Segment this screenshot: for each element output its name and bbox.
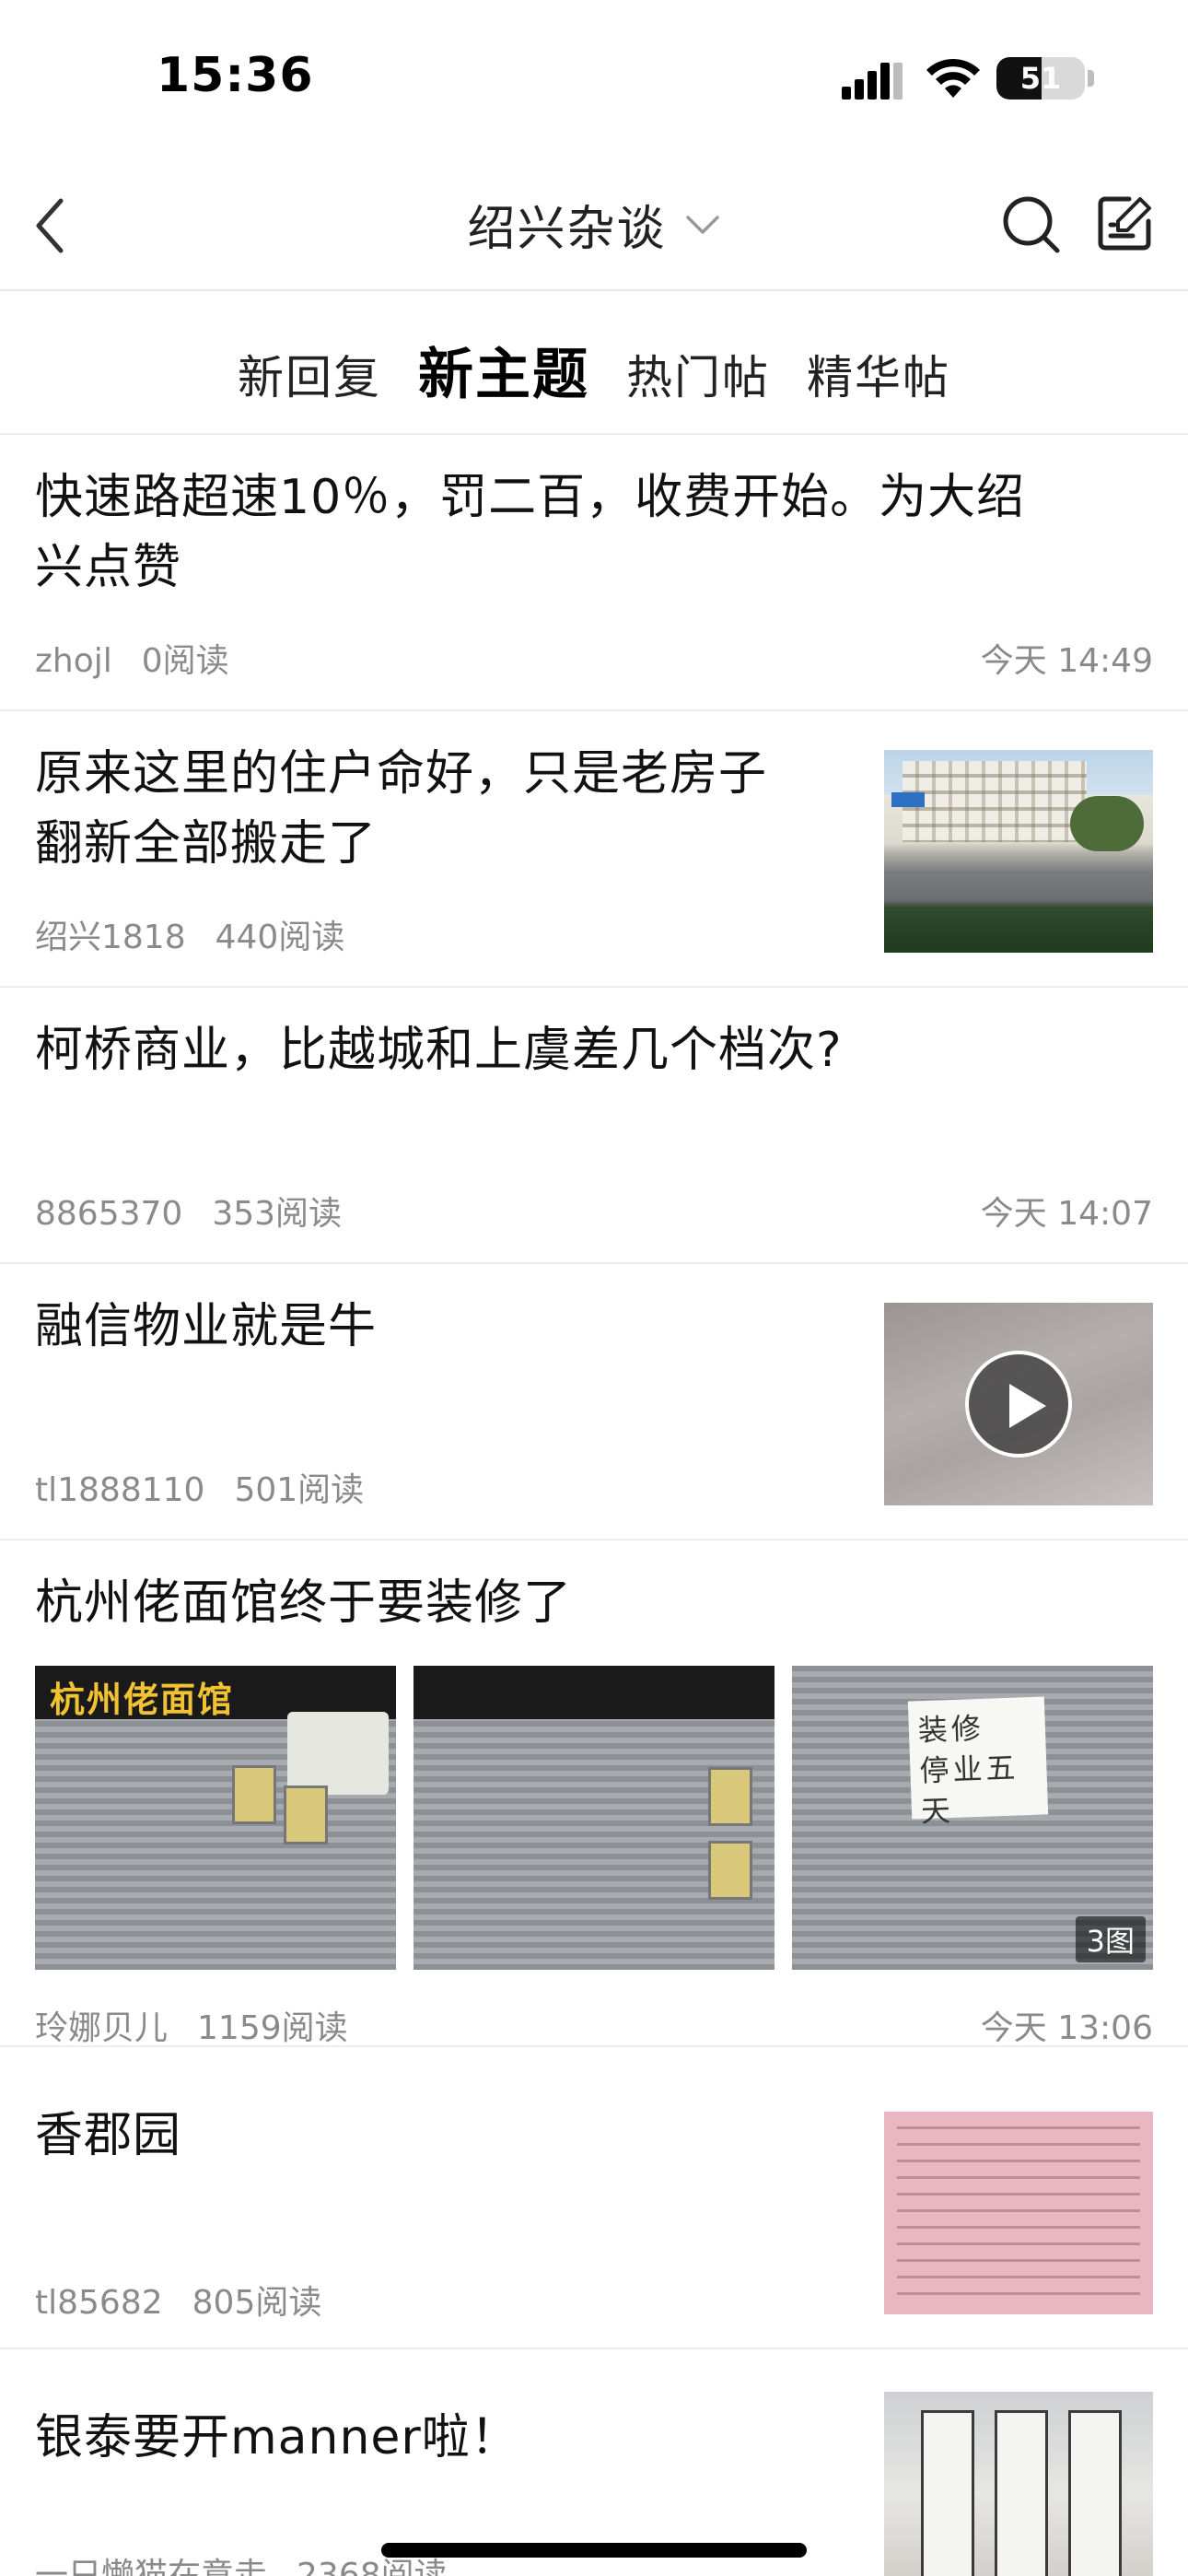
storefront-panel bbox=[921, 2410, 974, 2576]
post-video-thumbnail[interactable] bbox=[884, 1303, 1153, 1505]
tab-new-topics-label: 新主题 bbox=[418, 343, 589, 407]
road-sign bbox=[891, 792, 925, 807]
building-windows bbox=[903, 761, 1087, 842]
tab-new-topics[interactable]: 新主题 bbox=[418, 330, 589, 410]
post-title: 原来这里的住户命好，只是老房子 翻新全部搬走了 bbox=[35, 739, 845, 879]
post-author: 8865370 bbox=[35, 1195, 183, 1233]
tab-featured-posts[interactable]: 精华帖 bbox=[807, 341, 950, 407]
notice-text-line: 停业五天 bbox=[918, 1750, 1020, 1830]
shop-sign bbox=[413, 1666, 775, 1719]
post-thumbnail[interactable] bbox=[884, 2112, 1153, 2314]
post-author: 一只懒猫在意走 bbox=[35, 2557, 268, 2576]
post-author: 绍兴1818 bbox=[35, 919, 186, 956]
post-time: 今天 14:49 bbox=[980, 642, 1153, 680]
post-title-line: 快速路超速10％，罚二百，收费开始。为大绍 bbox=[35, 470, 1026, 525]
gallery-image[interactable]: 装修 停业五天 3图 bbox=[792, 1666, 1153, 1970]
post-meta: 8865370 353阅读 bbox=[35, 1187, 371, 1235]
cellular-signal-icon bbox=[842, 63, 903, 100]
notice-text: 装修 停业五天 bbox=[917, 1705, 1049, 1832]
post-author: tl1888110 bbox=[35, 1471, 205, 1509]
wifi-icon bbox=[926, 58, 980, 98]
post-read-count: 440阅读 bbox=[215, 919, 345, 956]
post-meta: tl85682 805阅读 bbox=[35, 2276, 351, 2324]
battery-icon: 51 bbox=[996, 57, 1085, 100]
status-time: 15:36 bbox=[157, 48, 314, 103]
post-meta: 玲娜贝儿 1159阅读 bbox=[35, 2001, 378, 2049]
post-item[interactable]: 融信物业就是牛 tl1888110 501阅读 bbox=[0, 1264, 1188, 1540]
post-read-count: 1159阅读 bbox=[197, 2009, 348, 2047]
chevron-down-icon bbox=[685, 215, 719, 234]
post-time: 今天 13:06 bbox=[980, 2009, 1153, 2047]
compose-post-icon[interactable] bbox=[1096, 193, 1155, 252]
post-meta: 绍兴1818 440阅读 bbox=[35, 910, 374, 958]
post-item[interactable]: 柯桥商业，比越城和上虞差几个档次? 8865370 353阅读 今天 14:07 bbox=[0, 988, 1188, 1264]
post-time: 今天 14:07 bbox=[980, 1195, 1153, 1233]
tab-hot-posts[interactable]: 热门帖 bbox=[626, 341, 770, 407]
post-thumbnail[interactable] bbox=[884, 2392, 1153, 2576]
post-title: 银泰要开manner啦！ bbox=[35, 2410, 519, 2465]
post-read-count: 805阅读 bbox=[192, 2284, 322, 2322]
image-count-badge: 3图 bbox=[1075, 1916, 1146, 1962]
gallery-image[interactable]: 杭州佬面馆 bbox=[35, 1666, 396, 1970]
post-item[interactable]: 香郡园 tl85682 805阅读 bbox=[0, 2047, 1188, 2349]
air-conditioner-unit bbox=[287, 1712, 389, 1795]
post-title: 融信物业就是牛 bbox=[35, 1299, 378, 1354]
post-thumbnail[interactable] bbox=[884, 750, 1153, 953]
battery-percent: 51 bbox=[1019, 61, 1062, 96]
status-bar: 15:36 51 bbox=[0, 0, 1188, 157]
tree-shape bbox=[1070, 796, 1144, 851]
tab-new-replies[interactable]: 新回复 bbox=[238, 341, 381, 407]
post-filter-tabs: 新回复 新主题 热门帖 精华帖 bbox=[0, 291, 1188, 435]
post-title: 香郡园 bbox=[35, 2108, 182, 2163]
storefront-panel bbox=[995, 2410, 1048, 2576]
post-author: zhojl bbox=[35, 642, 112, 680]
post-meta: tl1888110 501阅读 bbox=[35, 1463, 393, 1511]
electric-meter bbox=[708, 1767, 752, 1826]
post-title: 快速路超速10％，罚二百，收费开始。为大绍 兴点赞 bbox=[35, 463, 1159, 603]
post-meta: zhojl 0阅读 bbox=[35, 634, 259, 682]
electric-meter bbox=[232, 1765, 276, 1824]
navigation-bar: 绍兴杂谈 bbox=[0, 157, 1188, 291]
post-title-line: 原来这里的住户命好，只是老房子 bbox=[35, 746, 768, 802]
post-read-count: 353阅读 bbox=[212, 1195, 343, 1233]
notice-paper: 装修 停业五天 bbox=[907, 1696, 1049, 1829]
storefront-panel bbox=[1068, 2410, 1122, 2576]
document-text-lines bbox=[897, 2126, 1140, 2305]
post-read-count: 2368阅读 bbox=[297, 2557, 448, 2576]
post-read-count: 0阅读 bbox=[141, 642, 229, 680]
electric-meter bbox=[708, 1841, 752, 1900]
post-item[interactable]: 原来这里的住户命好，只是老房子 翻新全部搬走了 绍兴1818 440阅读 bbox=[0, 711, 1188, 988]
battery-cap bbox=[1088, 70, 1094, 87]
home-indicator[interactable] bbox=[381, 2543, 807, 2558]
electric-meter bbox=[284, 1786, 328, 1844]
notice-text-line: 装修 bbox=[917, 1710, 985, 1749]
post-read-count: 501阅读 bbox=[234, 1471, 365, 1509]
shop-sign-text: 杭州佬面馆 bbox=[50, 1680, 235, 1720]
post-item[interactable]: 快速路超速10％，罚二百，收费开始。为大绍 兴点赞 zhojl 0阅读 今天 14… bbox=[0, 435, 1188, 711]
play-icon[interactable] bbox=[965, 1351, 1072, 1458]
post-title: 杭州佬面馆终于要装修了 bbox=[35, 1575, 573, 1631]
post-title: 柯桥商业，比越城和上虞差几个档次? bbox=[35, 1023, 843, 1078]
post-author: 玲娜贝儿 bbox=[35, 2009, 169, 2047]
post-title-line: 兴点赞 bbox=[35, 540, 182, 595]
post-image-gallery: 杭州佬面馆 装修 停业五天 3图 bbox=[35, 1666, 1153, 1970]
gallery-image[interactable] bbox=[413, 1666, 775, 1970]
search-icon[interactable] bbox=[1000, 193, 1063, 256]
page-title: 绍兴杂谈 bbox=[467, 202, 667, 257]
post-author: tl85682 bbox=[35, 2284, 163, 2322]
post-title-line: 翻新全部搬走了 bbox=[35, 816, 378, 872]
